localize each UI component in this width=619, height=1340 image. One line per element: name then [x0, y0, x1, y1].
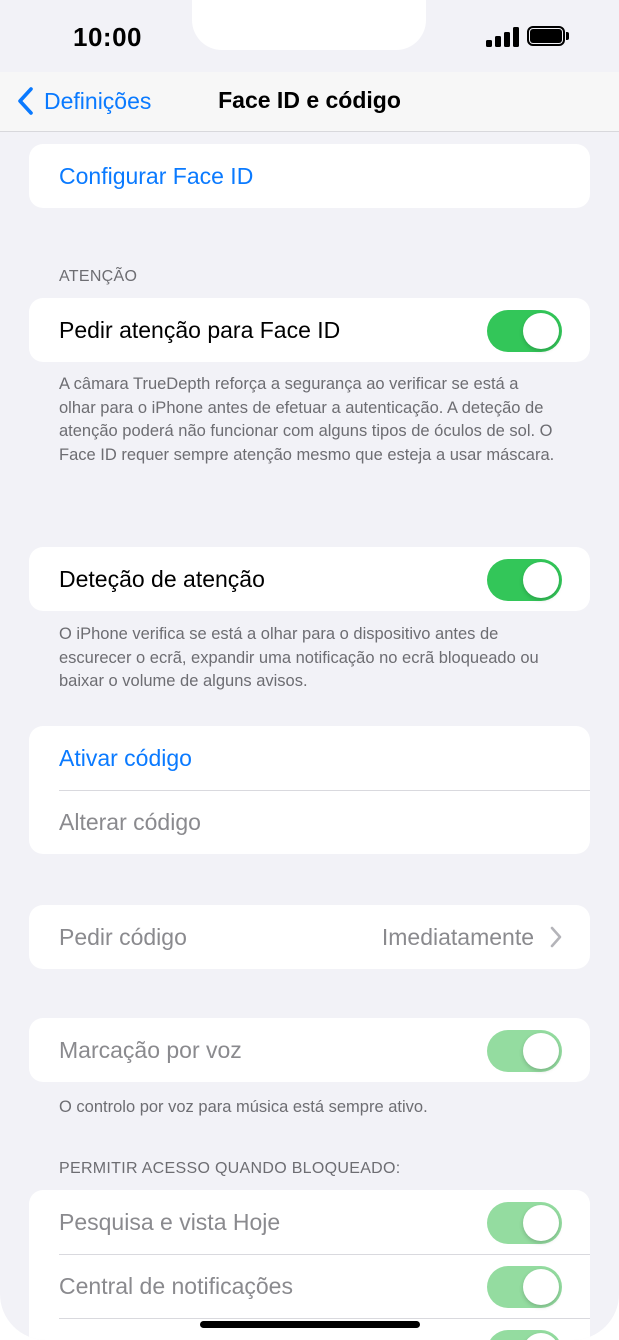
require-attention-row: Pedir atenção para Face ID: [29, 298, 590, 362]
notification-center-toggle[interactable]: [487, 1266, 562, 1308]
notification-center-label: Central de notificações: [59, 1272, 293, 1299]
toggle-knob: [523, 1205, 559, 1241]
toggle-knob: [523, 1333, 559, 1340]
battery-icon: [527, 26, 569, 46]
locked-access-section-header: PERMITIR ACESSO QUANDO BLOQUEADO:: [59, 1160, 401, 1177]
attention-aware-toggle[interactable]: [487, 559, 562, 601]
require-attention-toggle[interactable]: [487, 310, 562, 352]
today-view-label: Pesquisa e vista Hoje: [59, 1208, 281, 1235]
attention-section-header: ATENÇÃO: [59, 268, 138, 285]
page-title: Face ID e código: [218, 87, 401, 113]
attention-aware-label: Deteção de atenção: [59, 565, 265, 592]
locked-access-row-notification-center: Central de notificações: [29, 1254, 590, 1318]
today-view-toggle[interactable]: [487, 1202, 562, 1244]
status-time: 10:00: [73, 22, 142, 52]
cellular-signal-icon: [486, 27, 520, 47]
require-passcode-card: Pedir código Imediatamente: [29, 905, 590, 969]
attention-aware-footnote: O iPhone verifica se está a olhar para o…: [59, 625, 539, 690]
notch: [192, 0, 426, 50]
passcode-card: Ativar código Alterar código: [29, 726, 590, 854]
attention-aware-card: Deteção de atenção: [29, 547, 590, 611]
status-bar: 10:00: [0, 0, 619, 80]
require-attention-footnote: A câmara TrueDepth reforça a segurança a…: [59, 375, 555, 464]
setup-face-id-button[interactable]: Configurar Face ID: [29, 144, 590, 208]
toggle-knob: [523, 562, 559, 598]
voice-dial-toggle[interactable]: [487, 1030, 562, 1072]
voice-dial-row: Marcação por voz: [29, 1018, 590, 1082]
next-item-toggle[interactable]: [487, 1330, 562, 1340]
attention-aware-row: Deteção de atenção: [29, 547, 590, 611]
navigation-bar: Definições Face ID e código: [0, 72, 619, 132]
voice-dial-label: Marcação por voz: [59, 1036, 242, 1063]
toggle-knob: [523, 1033, 559, 1069]
require-passcode-label: Pedir código: [59, 923, 187, 950]
toggle-knob: [523, 1269, 559, 1305]
chevron-right-icon: [550, 926, 562, 948]
setup-face-id-card: Configurar Face ID: [29, 144, 590, 208]
voice-dial-card: Marcação por voz: [29, 1018, 590, 1082]
locked-access-row-today-view: Pesquisa e vista Hoje: [29, 1190, 590, 1254]
require-attention-card: Pedir atenção para Face ID: [29, 298, 590, 362]
voice-dial-footnote: O controlo por voz para música está semp…: [59, 1098, 428, 1116]
change-passcode-button[interactable]: Alterar código: [29, 790, 590, 854]
home-indicator[interactable]: [200, 1321, 420, 1328]
require-passcode-value: Imediatamente: [381, 924, 534, 950]
toggle-knob: [523, 313, 559, 349]
require-attention-label: Pedir atenção para Face ID: [59, 316, 341, 343]
settings-screen: 10:00 Definições Face ID e código Config…: [0, 0, 619, 1340]
turn-on-passcode-button[interactable]: Ativar código: [29, 726, 590, 790]
locked-access-card: Pesquisa e vista Hoje Central de notific…: [29, 1190, 590, 1340]
require-passcode-row[interactable]: Pedir código Imediatamente: [29, 905, 590, 969]
